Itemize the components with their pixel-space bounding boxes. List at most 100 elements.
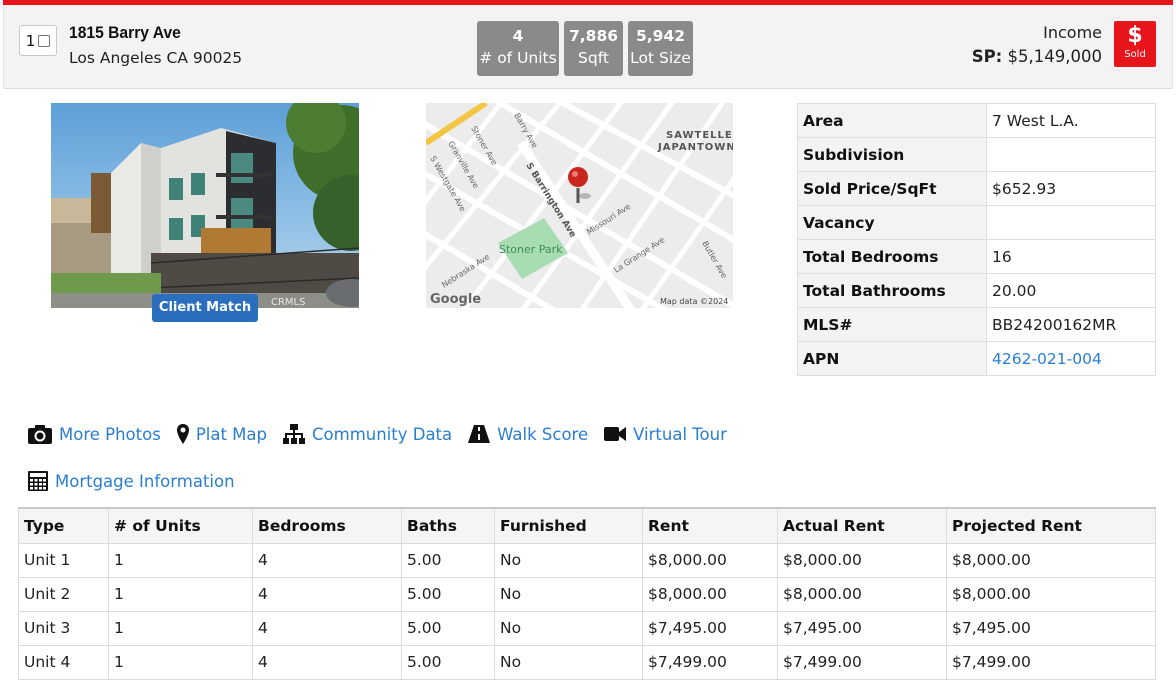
table-cell: $7,499.00	[946, 644, 1156, 680]
table-cell: 5.00	[401, 644, 495, 680]
column-header: Bedrooms	[252, 507, 402, 544]
column-header: Projected Rent	[946, 507, 1156, 544]
stat-lot-label: Lot Size	[630, 49, 691, 67]
sold-price: SP: $5,149,000	[972, 47, 1102, 66]
location-map[interactable]: SAWTELLE JAPANTOWN Barry Ave Stoner Ave …	[426, 103, 733, 308]
photo-watermark: CRMLS	[271, 297, 305, 308]
property-photo[interactable]: CRMLS	[51, 103, 359, 308]
detail-label: APN	[797, 341, 987, 376]
table-row: Unit 3 1 4 5.00 No $7,495.00 $7,495.00 $…	[18, 610, 1156, 646]
more-photos-label: More Photos	[59, 424, 161, 444]
virtual-tour-link[interactable]: Virtual Tour	[603, 425, 727, 444]
table-row: Unit 1 1 4 5.00 No $8,000.00 $8,000.00 $…	[18, 542, 1156, 578]
property-photo-image: CRMLS	[51, 103, 359, 308]
table-cell: Unit 2	[18, 576, 109, 612]
column-header: # of Units	[108, 507, 253, 544]
road-icon	[468, 425, 491, 443]
detail-row-price-sqft: Sold Price/SqFt $652.93	[797, 171, 1156, 206]
map-label-sawtelle: SAWTELLE	[666, 130, 733, 141]
calculator-icon	[28, 471, 48, 491]
table-cell: 4	[252, 610, 402, 646]
virtual-tour-label: Virtual Tour	[633, 424, 727, 444]
detail-label: Vacancy	[797, 205, 987, 240]
map-credit: Map data ©2024	[660, 297, 728, 306]
table-cell: $7,495.00	[946, 610, 1156, 646]
map-canvas: SAWTELLE JAPANTOWN Barry Ave Stoner Ave …	[426, 103, 733, 308]
units-table: Type # of Units Bedrooms Baths Furnished…	[18, 507, 1156, 680]
camera-icon	[28, 425, 52, 444]
map-label-park: Stoner Park	[499, 243, 563, 256]
client-match-button[interactable]: Client Match	[152, 294, 258, 322]
map-marker-icon	[176, 424, 189, 444]
table-cell: Unit 3	[18, 610, 109, 646]
table-cell: 1	[108, 610, 253, 646]
column-header: Type	[18, 507, 109, 544]
status-badge: $ Sold	[1114, 21, 1156, 67]
mortgage-info-link[interactable]: Mortgage Information	[27, 470, 235, 492]
detail-row-apn: APN 4262-021-004	[797, 341, 1156, 376]
sold-price-value: $5,149,000	[1007, 47, 1102, 66]
more-photos-link[interactable]: More Photos	[27, 423, 161, 445]
table-cell: $8,000.00	[642, 542, 778, 578]
map-label-japantown: JAPANTOWN	[657, 142, 733, 153]
video-camera-icon	[604, 427, 627, 441]
detail-label: Total Bathrooms	[797, 273, 987, 308]
table-cell: 5.00	[401, 610, 495, 646]
plat-map-label: Plat Map	[195, 424, 267, 444]
table-cell: $7,495.00	[642, 610, 778, 646]
table-cell: $7,499.00	[777, 644, 947, 680]
table-cell: No	[494, 610, 643, 646]
detail-value	[986, 137, 1156, 172]
stat-units: 4 # of Units	[477, 21, 559, 76]
detail-label: Total Bedrooms	[797, 239, 987, 274]
stat-lot-value: 5,942	[635, 27, 686, 45]
action-links: More Photos Plat Map Community Data Walk…	[27, 420, 742, 448]
stat-sqft-value: 7,886	[568, 27, 619, 45]
walk-score-label: Walk Score	[497, 424, 589, 444]
apn-link[interactable]: 4262-021-004	[986, 341, 1156, 376]
units-table-header: Type # of Units Bedrooms Baths Furnished…	[18, 507, 1156, 544]
table-cell: No	[494, 644, 643, 680]
table-cell: 1	[108, 542, 253, 578]
detail-row-subdivision: Subdivision	[797, 137, 1156, 172]
stat-sqft-label: Sqft	[578, 49, 609, 67]
table-cell: 4	[252, 542, 402, 578]
detail-value: $652.93	[986, 171, 1156, 206]
table-cell: 4	[252, 576, 402, 612]
sitemap-icon	[283, 424, 305, 444]
select-listing-box[interactable]: 1	[19, 25, 57, 56]
listing-index: 1	[25, 31, 36, 50]
table-row: Unit 2 1 4 5.00 No $8,000.00 $8,000.00 $…	[18, 576, 1156, 612]
table-cell: 1	[108, 576, 253, 612]
stat-units-value: 4	[512, 27, 524, 45]
detail-row-vacancy: Vacancy	[797, 205, 1156, 240]
listing-header: 1 1815 Barry Ave Los Angeles CA 90025 4 …	[3, 5, 1173, 89]
column-header: Rent	[642, 507, 778, 544]
table-cell: Unit 1	[18, 542, 109, 578]
detail-value: BB24200162MR	[986, 307, 1156, 342]
detail-label: Sold Price/SqFt	[797, 171, 987, 206]
property-type: Income	[1043, 23, 1102, 42]
community-data-link[interactable]: Community Data	[282, 423, 452, 445]
mortgage-links: Mortgage Information	[27, 467, 250, 495]
detail-value: 16	[986, 239, 1156, 274]
walk-score-link[interactable]: Walk Score	[467, 424, 588, 444]
table-cell: No	[494, 542, 643, 578]
table-cell: $8,000.00	[946, 576, 1156, 612]
stat-sqft: 7,886 Sqft	[564, 21, 623, 76]
table-cell: $8,000.00	[777, 576, 947, 612]
detail-row-area: Area 7 West L.A.	[797, 103, 1156, 138]
detail-row-bedrooms: Total Bedrooms 16	[797, 239, 1156, 274]
table-cell: 1	[108, 644, 253, 680]
address-street[interactable]: 1815 Barry Ave	[69, 23, 181, 43]
table-cell: 4	[252, 644, 402, 680]
table-cell: $7,499.00	[642, 644, 778, 680]
dollar-icon: $	[1127, 23, 1143, 48]
table-cell: No	[494, 576, 643, 612]
plat-map-link[interactable]: Plat Map	[176, 423, 267, 445]
detail-label: Subdivision	[797, 137, 987, 172]
table-cell: $8,000.00	[777, 542, 947, 578]
table-cell: Unit 4	[18, 644, 109, 680]
select-checkbox[interactable]	[38, 34, 51, 47]
detail-value: 7 West L.A.	[986, 103, 1156, 138]
